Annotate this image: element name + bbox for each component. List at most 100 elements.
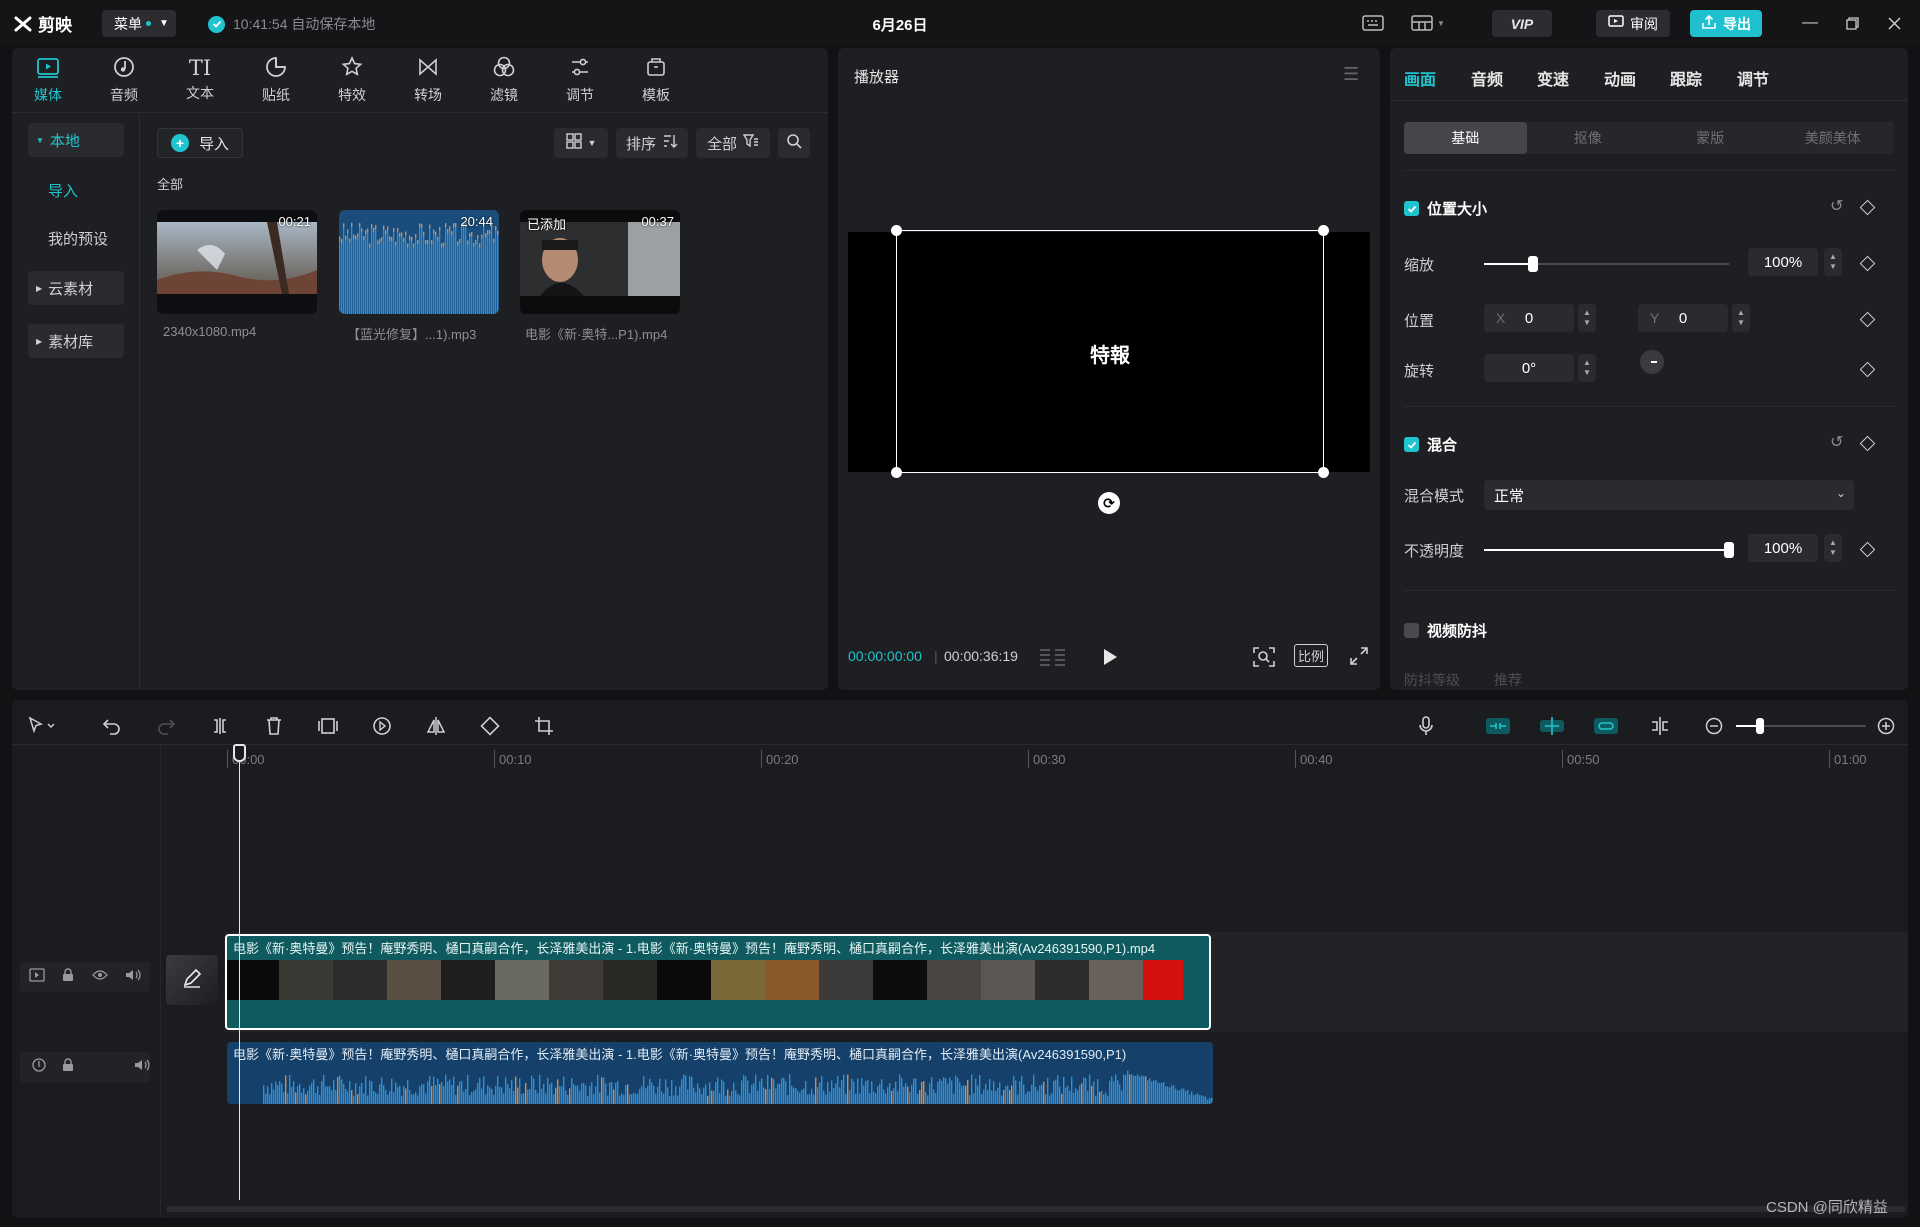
auto-snap-icon[interactable] xyxy=(1538,712,1566,740)
media-item-video-added[interactable]: 已添加 00:37 xyxy=(520,210,680,314)
lock-icon[interactable] xyxy=(62,1057,74,1077)
rotate-icon[interactable] xyxy=(476,712,504,740)
search-button[interactable] xyxy=(778,128,810,158)
tab-animation[interactable]: 动画 xyxy=(1604,66,1636,90)
scale-stepper[interactable]: ▲ ▼ xyxy=(1824,248,1842,276)
keyframe-diamond-icon[interactable] xyxy=(1859,199,1876,216)
sidebar-item-cloud[interactable]: ▶ 云素材 xyxy=(28,271,124,305)
eye-icon[interactable] xyxy=(91,968,108,986)
resize-handle-bottom-left[interactable] xyxy=(891,467,902,478)
subtab-mask[interactable]: 蒙版 xyxy=(1649,122,1772,154)
keyboard-shortcuts-icon[interactable] xyxy=(1360,12,1386,34)
tab-tracking[interactable]: 跟踪 xyxy=(1670,66,1702,90)
undo-icon[interactable] xyxy=(98,712,126,740)
redo-icon[interactable] xyxy=(152,712,180,740)
preview-axis-icon[interactable] xyxy=(1646,712,1674,740)
hamburger-menu-icon[interactable]: ☰ xyxy=(1343,64,1359,85)
position-x-input[interactable]: X 0 xyxy=(1484,304,1574,332)
linkage-icon[interactable] xyxy=(1592,712,1620,740)
section-stabilize[interactable]: 视频防抖 xyxy=(1404,620,1487,641)
opacity-value-input[interactable]: 100% xyxy=(1748,534,1818,562)
playhead-handle-icon[interactable] xyxy=(233,744,246,762)
subtab-basic[interactable]: 基础 xyxy=(1404,122,1527,154)
cover-edit-thumbnail[interactable] xyxy=(166,955,218,1005)
sidebar-item-local[interactable]: ▼ 本地 xyxy=(28,123,124,157)
subtab-cutout[interactable]: 抠像 xyxy=(1527,122,1650,154)
media-item-video[interactable]: 00:21 xyxy=(157,210,317,314)
playhead-line[interactable] xyxy=(239,752,240,1200)
resize-handle-top-right[interactable] xyxy=(1318,225,1329,236)
timeline-scrollbar[interactable] xyxy=(166,1206,1906,1212)
zoom-in-icon[interactable] xyxy=(1872,712,1900,740)
lock-icon[interactable] xyxy=(62,967,74,987)
keyframe-diamond-icon[interactable] xyxy=(1859,541,1876,558)
resize-handle-top-left[interactable] xyxy=(891,225,902,236)
zoom-out-icon[interactable] xyxy=(1700,712,1728,740)
export-button[interactable]: 导出 xyxy=(1690,10,1762,37)
zoom-fit-icon[interactable] xyxy=(1252,646,1276,673)
subtab-beauty[interactable]: 美颜美体 xyxy=(1772,122,1895,154)
split-icon[interactable] xyxy=(206,712,234,740)
tab-adjust[interactable]: 调节 xyxy=(1737,66,1769,90)
rotation-stepper[interactable]: ▲ ▼ xyxy=(1578,354,1596,382)
volume-icon[interactable] xyxy=(134,1058,150,1077)
selection-frame[interactable]: 特報 xyxy=(891,225,1329,478)
tab-picture[interactable]: 画面 xyxy=(1404,66,1436,90)
mirror-icon[interactable] xyxy=(422,712,450,740)
sidebar-item-presets[interactable]: 我的预设 xyxy=(28,221,124,255)
tab-audio[interactable]: 音频 xyxy=(1471,66,1503,90)
slider-knob[interactable] xyxy=(1756,718,1764,734)
reverse-icon[interactable] xyxy=(368,712,396,740)
keyframe-diamond-icon[interactable] xyxy=(1859,311,1876,328)
position-y-input[interactable]: Y 0 xyxy=(1638,304,1728,332)
aspect-ratio-button[interactable]: 比例 xyxy=(1294,644,1329,667)
timecode-list-icon[interactable] xyxy=(1038,646,1068,673)
keyframe-diamond-icon[interactable] xyxy=(1859,361,1876,378)
timeline-zoom-slider[interactable] xyxy=(1736,718,1866,734)
keyframe-diamond-icon[interactable] xyxy=(1859,255,1876,272)
keyframe-diamond-icon[interactable] xyxy=(1859,435,1876,452)
tab-speed[interactable]: 变速 xyxy=(1537,66,1569,90)
import-button[interactable]: + 导入 xyxy=(157,128,243,158)
tool-sticker[interactable]: 贴纸 xyxy=(244,52,308,108)
rotation-input[interactable]: 0° xyxy=(1484,354,1574,382)
tool-effects[interactable]: 特效 xyxy=(320,52,384,108)
sidebar-item-import[interactable]: 导入 xyxy=(28,173,124,207)
rotation-dial[interactable] xyxy=(1640,350,1664,374)
maximize-icon[interactable] xyxy=(1840,12,1864,34)
volume-icon[interactable] xyxy=(125,968,141,987)
main-menu-button[interactable]: 菜单 ▼ xyxy=(102,10,176,37)
checkbox-checked-icon[interactable] xyxy=(1404,437,1419,452)
delete-icon[interactable] xyxy=(260,712,288,740)
select-tool-icon[interactable] xyxy=(20,712,64,740)
sidebar-item-library[interactable]: ▶ 素材库 xyxy=(28,324,124,358)
position-y-stepper[interactable]: ▲ ▼ xyxy=(1732,304,1750,332)
video-clip[interactable]: 电影《新·奥特曼》预告！庵野秀明、樋口真嗣合作，长泽雅美出演 - 1.电影《新·… xyxy=(225,934,1211,1030)
scale-slider[interactable] xyxy=(1484,256,1729,272)
freeze-frame-icon[interactable] xyxy=(314,712,342,740)
tool-audio[interactable]: 音频 xyxy=(92,52,156,108)
media-item-audio[interactable]: 20:44 xyxy=(339,210,499,314)
review-button[interactable]: 审阅 xyxy=(1596,10,1670,37)
audio-clip[interactable]: 电影《新·奥特曼》预告！庵野秀明、樋口真嗣合作，长泽雅美出演 - 1.电影《新·… xyxy=(227,1042,1213,1104)
tool-transition[interactable]: 转场 xyxy=(396,52,460,108)
section-blend[interactable]: 混合 xyxy=(1404,434,1457,455)
play-icon[interactable] xyxy=(1100,646,1120,673)
resize-handle-bottom-right[interactable] xyxy=(1318,467,1329,478)
tool-text[interactable]: TI 文本 xyxy=(168,52,232,108)
checkbox-unchecked-icon[interactable] xyxy=(1404,623,1419,638)
slider-knob[interactable] xyxy=(1724,542,1734,558)
main-track-magnet-icon[interactable] xyxy=(1484,712,1512,740)
checkbox-checked-icon[interactable] xyxy=(1404,201,1419,216)
vip-button[interactable]: VIP xyxy=(1492,10,1552,37)
close-icon[interactable] xyxy=(1882,12,1906,34)
reset-icon[interactable]: ↺ xyxy=(1830,196,1843,216)
tool-media[interactable]: 媒体 xyxy=(16,52,80,108)
opacity-slider[interactable] xyxy=(1484,542,1734,558)
microphone-icon[interactable] xyxy=(1412,712,1440,740)
tool-adjust[interactable]: 调节 xyxy=(548,52,612,108)
view-mode-toggle[interactable]: ▼ xyxy=(554,128,608,158)
tool-filter[interactable]: 滤镜 xyxy=(472,52,536,108)
filter-button[interactable]: 全部 xyxy=(696,128,770,158)
minimize-icon[interactable]: — xyxy=(1798,12,1822,34)
